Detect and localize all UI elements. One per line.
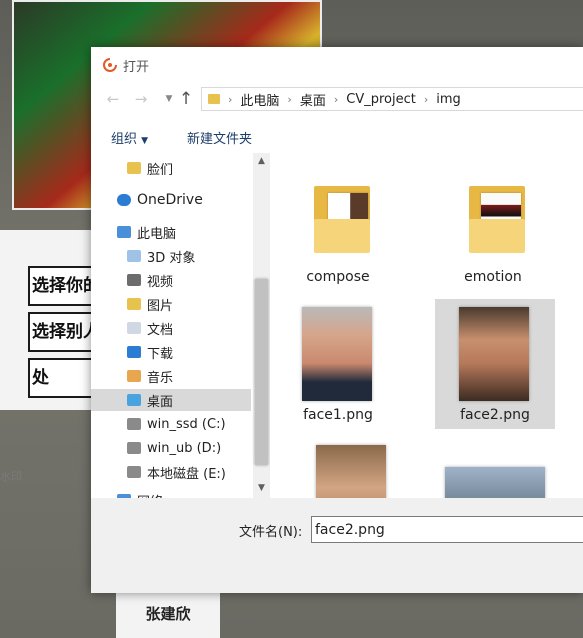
- sidebar-item-music[interactable]: 音乐: [91, 365, 253, 387]
- open-file-dialog: 打开 ← → ▼ ↑ › 此电脑 › 桌面 › CV_project › img…: [91, 47, 583, 593]
- sidebar-item-drive-d[interactable]: win_ub (D:): [91, 437, 253, 459]
- folder-front: [469, 219, 525, 253]
- dialog-toolbar: 组织 ▼ 新建文件夹: [91, 119, 583, 154]
- navigation-pane: 脸们 OneDrive 此电脑 3D 对象 视频 图片 文档 下载 音乐 桌面 …: [91, 153, 253, 498]
- breadcrumb-separator-icon: ›: [423, 92, 429, 106]
- sidebar-item-label: 此电脑: [137, 226, 177, 242]
- sidebar-item-label: 桌面: [147, 394, 174, 410]
- scroll-down-icon[interactable]: ▼: [253, 483, 270, 493]
- signature: 张建欣: [116, 590, 220, 638]
- breadcrumb-desktop[interactable]: 桌面: [300, 90, 326, 109]
- folder-icon: [208, 94, 220, 104]
- sidebar-item-faces[interactable]: 脸们: [91, 157, 253, 179]
- sidebar-item-pictures[interactable]: 图片: [91, 293, 253, 315]
- cube-icon: [127, 250, 141, 262]
- sidebar-item-label: win_ssd (C:): [147, 416, 226, 432]
- address-bar[interactable]: › 此电脑 › 桌面 › CV_project › img: [201, 87, 583, 111]
- sidebar-item-drive-e[interactable]: 本地磁盘 (E:): [91, 461, 253, 483]
- organize-button[interactable]: 组织 ▼: [111, 128, 148, 147]
- sidebar-item-network[interactable]: 网络: [91, 489, 253, 498]
- file-label: emotion: [464, 269, 522, 285]
- folder-front: [314, 219, 370, 253]
- filename-bar: 文件名(N):: [91, 498, 583, 593]
- forward-arrow-icon[interactable]: →: [131, 89, 151, 109]
- file-item-compose[interactable]: compose: [278, 161, 398, 291]
- sidebar-item-label: win_ub (D:): [147, 440, 222, 456]
- folder-icon: [127, 162, 141, 174]
- sidebar-item-downloads[interactable]: 下载: [91, 341, 253, 363]
- sidebar-item-desktop[interactable]: 桌面: [91, 389, 251, 411]
- sidebar-item-drive-c[interactable]: win_ssd (C:): [91, 413, 253, 435]
- watermark-label: 水印: [0, 470, 22, 483]
- drive-icon: [127, 466, 141, 478]
- file-item-landscape[interactable]: [433, 437, 553, 498]
- file-item-face2[interactable]: face2.png: [435, 299, 555, 429]
- up-arrow-icon[interactable]: ↑: [176, 89, 196, 109]
- sidebar-item-label: 文档: [147, 322, 174, 338]
- navigation-bar: ← → ▼ ↑ › 此电脑 › 桌面 › CV_project › img: [91, 83, 583, 115]
- pictures-icon: [127, 298, 141, 310]
- sidebar-item-label: 图片: [147, 298, 174, 314]
- scrollbar-thumb[interactable]: [255, 279, 268, 465]
- new-folder-button[interactable]: 新建文件夹: [187, 128, 252, 147]
- sidebar-item-documents[interactable]: 文档: [91, 317, 253, 339]
- chevron-down-icon: ▼: [141, 136, 149, 146]
- file-label: face1.png: [303, 407, 373, 423]
- sidebar-item-label: OneDrive: [137, 192, 203, 208]
- sidebar-item-videos[interactable]: 视频: [91, 269, 253, 291]
- breadcrumb-this-pc[interactable]: 此电脑: [240, 90, 279, 109]
- drive-icon: [127, 418, 141, 430]
- image-thumbnail: [445, 467, 545, 498]
- file-grid: compose emotion face1.png face2.png: [270, 153, 583, 498]
- sidebar-item-label: 音乐: [147, 370, 174, 386]
- sidebar-scrollbar[interactable]: ▲ ▼: [253, 153, 270, 498]
- sidebar-item-label: 视频: [147, 274, 174, 290]
- image-thumbnail: [316, 445, 386, 498]
- desktop-icon: [127, 394, 141, 406]
- video-icon: [127, 274, 141, 286]
- back-arrow-icon[interactable]: ←: [103, 89, 123, 109]
- breadcrumb-separator-icon: ›: [333, 92, 339, 106]
- image-thumbnail: [302, 307, 372, 401]
- process-button[interactable]: 处: [28, 358, 94, 398]
- cloud-icon: [117, 194, 131, 206]
- drive-icon: [127, 442, 141, 454]
- music-icon: [127, 370, 141, 382]
- breadcrumb-cv-project[interactable]: CV_project: [346, 92, 416, 107]
- filename-label: 文件名(N):: [239, 525, 303, 540]
- file-item-face3[interactable]: [278, 437, 398, 498]
- file-label: compose: [306, 269, 370, 285]
- file-label: face2.png: [460, 407, 530, 423]
- choose-own-button[interactable]: 选择你的: [28, 266, 94, 306]
- breadcrumb-separator-icon: ›: [228, 92, 233, 106]
- image-thumbnail: [459, 307, 529, 401]
- sidebar-item-label: 3D 对象: [147, 250, 196, 266]
- computer-icon: [117, 226, 131, 238]
- dialog-title: 打开: [123, 60, 150, 75]
- sidebar-item-label: 脸们: [147, 162, 174, 178]
- scroll-up-icon[interactable]: ▲: [253, 156, 270, 166]
- app-icon: [103, 58, 117, 72]
- sidebar-item-3d-objects[interactable]: 3D 对象: [91, 245, 253, 267]
- filename-input[interactable]: [311, 516, 583, 543]
- dialog-titlebar[interactable]: 打开: [91, 47, 583, 83]
- breadcrumb-img[interactable]: img: [436, 92, 461, 107]
- breadcrumb-separator-icon: ›: [287, 92, 292, 106]
- download-icon: [127, 346, 141, 358]
- document-icon: [127, 322, 141, 334]
- organize-label: 组织: [111, 132, 138, 147]
- sidebar-item-label: 本地磁盘 (E:): [147, 466, 226, 482]
- file-item-emotion[interactable]: emotion: [433, 161, 553, 291]
- choose-other-button[interactable]: 选择别人: [28, 312, 94, 352]
- sidebar-item-label: 下载: [147, 346, 174, 362]
- sidebar-item-onedrive[interactable]: OneDrive: [91, 189, 253, 211]
- sidebar-item-this-pc[interactable]: 此电脑: [91, 221, 253, 243]
- sidebar-item-label: 网络: [137, 491, 163, 499]
- file-item-face1[interactable]: face1.png: [278, 299, 398, 429]
